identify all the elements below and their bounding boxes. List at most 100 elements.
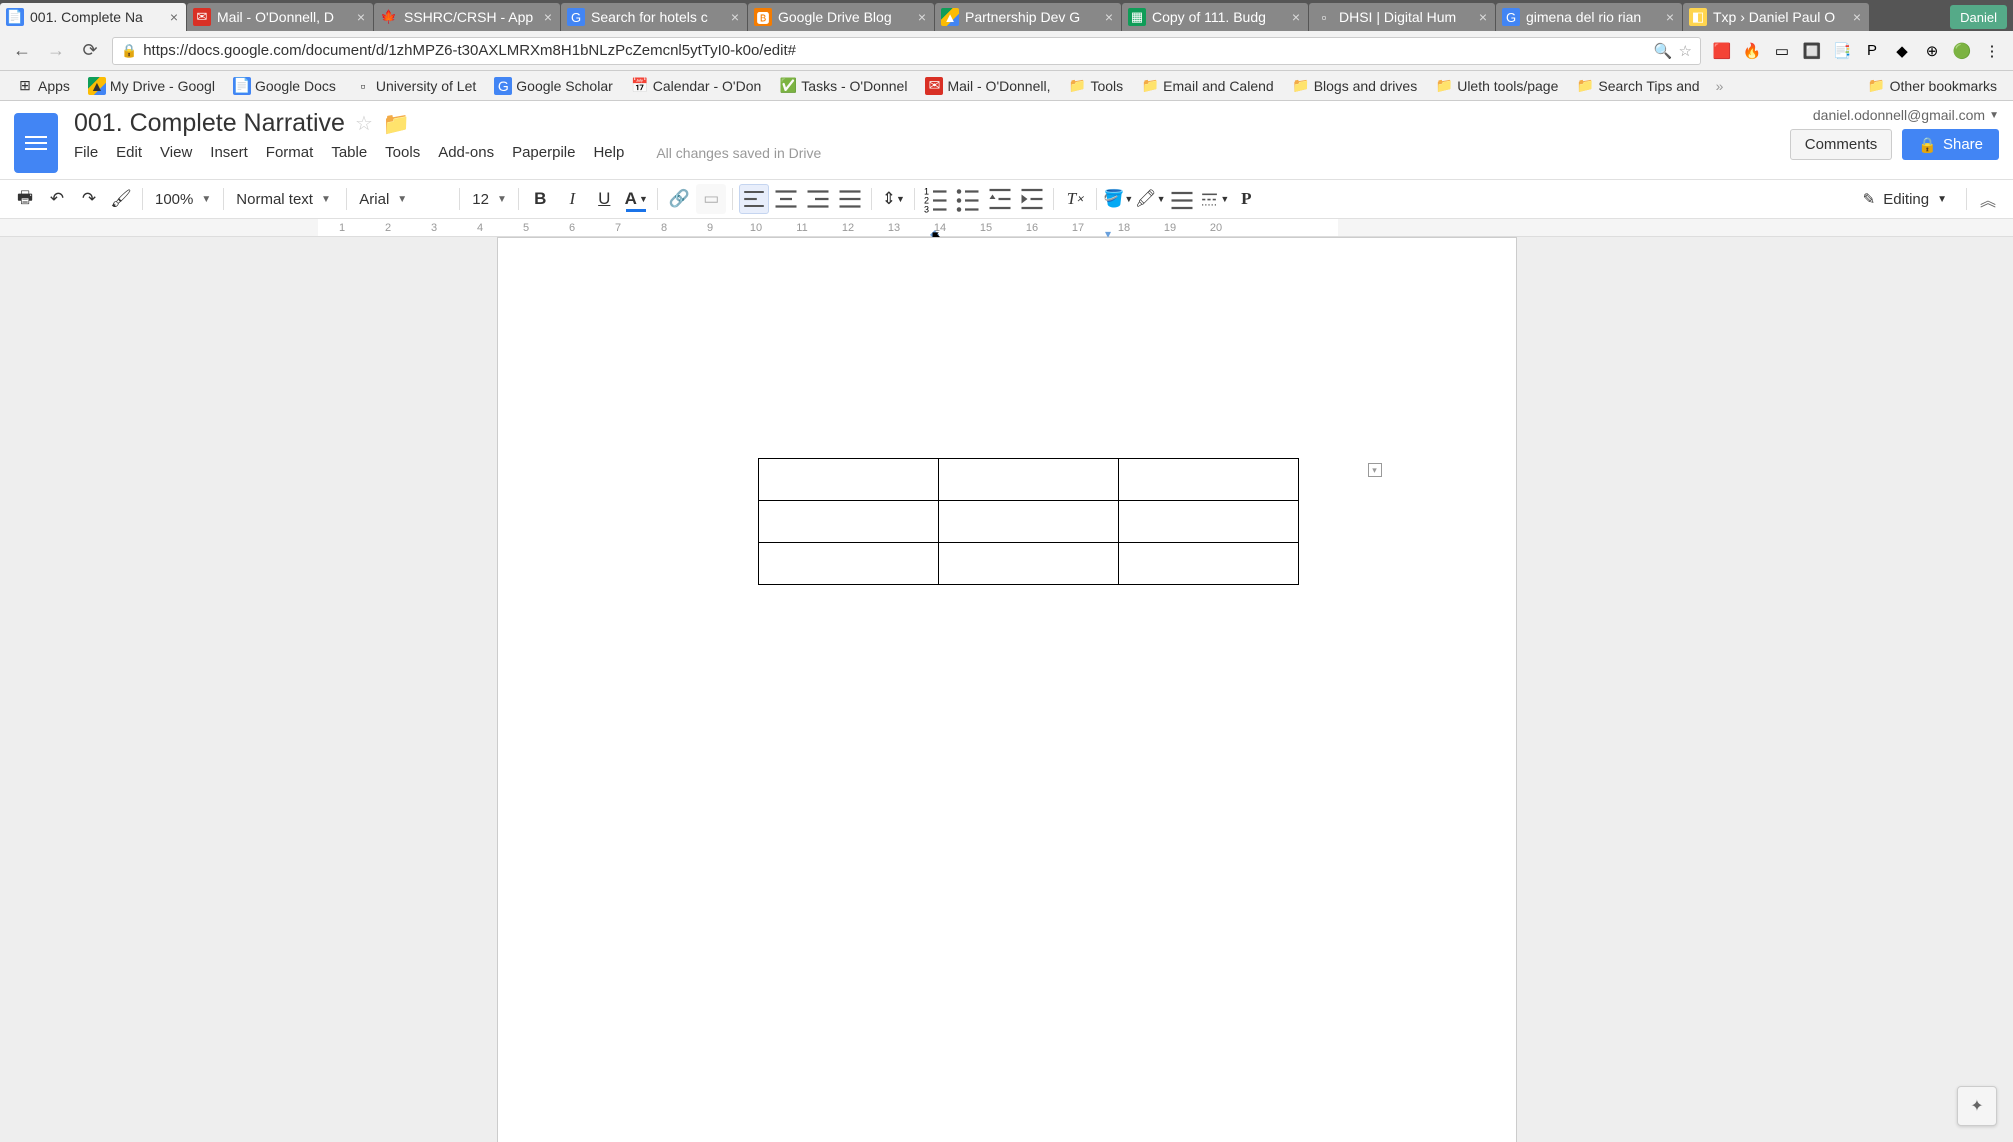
bookmark-item[interactable]: 📄Google Docs	[227, 75, 342, 97]
bulleted-list-icon[interactable]	[953, 184, 983, 214]
editing-mode-select[interactable]: ✎ Editing ▼	[1850, 189, 1960, 209]
align-center-icon[interactable]	[771, 184, 801, 214]
other-bookmarks[interactable]: 📁 Other bookmarks	[1862, 75, 2003, 97]
menu-view[interactable]: View	[160, 144, 192, 161]
table-column-handle[interactable]: ▾	[1368, 463, 1382, 477]
browser-tab[interactable]: GSearch for hotels c×	[561, 3, 747, 31]
close-tab-icon[interactable]: ×	[1290, 11, 1302, 23]
hide-menus-icon[interactable]: ︽	[1973, 184, 2003, 214]
bookmark-item[interactable]: 📁Email and Calend	[1135, 75, 1280, 97]
browser-tab[interactable]: ◧Txp › Daniel Paul O×	[1683, 3, 1869, 31]
undo-icon[interactable]: ↶	[42, 184, 72, 214]
extension-icon[interactable]: 🟢	[1951, 40, 1973, 62]
zoom-icon[interactable]: 🔍	[1654, 42, 1673, 60]
document-title[interactable]: 001. Complete Narrative	[74, 109, 345, 138]
extension-icon[interactable]: ⊕	[1921, 40, 1943, 62]
paint-format-icon[interactable]: 🖌	[106, 184, 136, 214]
border-style-icon[interactable]: ▼	[1199, 184, 1229, 214]
table-row[interactable]	[758, 459, 1298, 501]
extension-icon[interactable]: 📑	[1831, 40, 1853, 62]
font-size-select[interactable]: 12▼	[466, 185, 512, 213]
table-row[interactable]	[758, 543, 1298, 585]
menu-format[interactable]: Format	[266, 144, 314, 161]
italic-button[interactable]: I	[557, 184, 587, 214]
redo-icon[interactable]: ↷	[74, 184, 104, 214]
menu-paperpile[interactable]: Paperpile	[512, 144, 575, 161]
menu-tools[interactable]: Tools	[385, 144, 420, 161]
forward-button[interactable]: →	[44, 39, 68, 63]
address-bar[interactable]: 🔒 https://docs.google.com/document/d/1zh…	[112, 37, 1701, 65]
fill-color-icon[interactable]: 🪣▼	[1103, 184, 1133, 214]
menu-file[interactable]: File	[74, 144, 98, 161]
bookmark-item[interactable]: ✉Mail - O'Donnell,	[919, 75, 1056, 97]
extension-icon[interactable]: 🟥	[1711, 40, 1733, 62]
close-tab-icon[interactable]: ×	[1664, 11, 1676, 23]
text-color-button[interactable]: A▼	[621, 184, 651, 214]
browser-tab[interactable]: ▲Partnership Dev G×	[935, 3, 1121, 31]
highlight-color-icon[interactable]: 🖍▼	[1135, 184, 1165, 214]
align-left-icon[interactable]	[739, 184, 769, 214]
zoom-select[interactable]: 100%▼	[149, 185, 217, 213]
chrome-user-badge[interactable]: Daniel	[1950, 5, 2007, 29]
extension-icon[interactable]: ⋮	[1981, 40, 2003, 62]
bookmark-item[interactable]: ✅Tasks - O'Donnel	[773, 75, 913, 97]
explore-button[interactable]: ✦	[1957, 1086, 1997, 1126]
insert-link-icon[interactable]: 🔗	[664, 184, 694, 214]
browser-tab[interactable]: 🅱Google Drive Blog×	[748, 3, 934, 31]
close-tab-icon[interactable]: ×	[1477, 11, 1489, 23]
document-table[interactable]	[758, 458, 1299, 585]
print-icon[interactable]: 🖶	[10, 184, 40, 214]
clear-formatting-icon[interactable]: T✕	[1060, 184, 1090, 214]
close-tab-icon[interactable]: ×	[168, 11, 180, 23]
extension-icon[interactable]: ▭	[1771, 40, 1793, 62]
browser-tab[interactable]: Ggimena del rio rian×	[1496, 3, 1682, 31]
bold-button[interactable]: B	[525, 184, 555, 214]
decrease-indent-icon[interactable]	[985, 184, 1015, 214]
extension-icon[interactable]: P	[1861, 40, 1883, 62]
justify-icon[interactable]	[835, 184, 865, 214]
extension-icon[interactable]: 🔥	[1741, 40, 1763, 62]
back-button[interactable]: ←	[10, 39, 34, 63]
browser-tab[interactable]: 🍁SSHRC/CRSH - App×	[374, 3, 560, 31]
paperpile-toolbar-icon[interactable]: P	[1231, 184, 1261, 214]
table-row[interactable]	[758, 501, 1298, 543]
bookmark-item[interactable]: ⊞Apps	[10, 75, 76, 97]
menu-insert[interactable]: Insert	[210, 144, 248, 161]
extension-icon[interactable]: 🔲	[1801, 40, 1823, 62]
underline-button[interactable]: U	[589, 184, 619, 214]
reload-button[interactable]: ⟳	[78, 39, 102, 63]
close-tab-icon[interactable]: ×	[1851, 11, 1863, 23]
increase-indent-icon[interactable]	[1017, 184, 1047, 214]
close-tab-icon[interactable]: ×	[1103, 11, 1115, 23]
document-canvas[interactable]: ▾ ✦	[0, 237, 2013, 1142]
bookmark-item[interactable]: GGoogle Scholar	[488, 75, 619, 97]
menu-help[interactable]: Help	[593, 144, 624, 161]
insert-comment-icon[interactable]: ▭	[696, 184, 726, 214]
close-tab-icon[interactable]: ×	[355, 11, 367, 23]
menu-table[interactable]: Table	[331, 144, 367, 161]
close-tab-icon[interactable]: ×	[542, 11, 554, 23]
document-page[interactable]: ▾	[497, 237, 1517, 1142]
line-spacing-icon[interactable]: ⇕▼	[878, 184, 908, 214]
bookmark-item[interactable]: 📁Blogs and drives	[1286, 75, 1424, 97]
bookmark-item[interactable]: 📁Uleth tools/page	[1429, 75, 1564, 97]
account-email[interactable]: daniel.odonnell@gmail.com▼	[1813, 107, 1999, 123]
bookmark-item[interactable]: ▫University of Let	[348, 75, 482, 97]
border-width-icon[interactable]	[1167, 184, 1197, 214]
extension-icon[interactable]: ◆	[1891, 40, 1913, 62]
close-tab-icon[interactable]: ×	[916, 11, 928, 23]
star-icon[interactable]: ☆	[1679, 42, 1692, 60]
comments-button[interactable]: Comments	[1790, 129, 1893, 160]
browser-tab[interactable]: ▫DHSI | Digital Hum×	[1309, 3, 1495, 31]
browser-tab[interactable]: 📄001. Complete Na×	[0, 3, 186, 31]
font-select[interactable]: Arial▼	[353, 185, 453, 213]
bookmark-item[interactable]: 📁Search Tips and	[1570, 75, 1705, 97]
move-to-folder-icon[interactable]: 📁	[383, 111, 410, 137]
horizontal-ruler[interactable]: 1234567891011121314151617181920 ◆ ▾ Colu…	[0, 219, 2013, 237]
align-right-icon[interactable]	[803, 184, 833, 214]
docs-logo-icon[interactable]	[14, 113, 58, 173]
paragraph-style-select[interactable]: Normal text▼	[230, 185, 340, 213]
star-document-icon[interactable]: ☆	[355, 111, 373, 136]
bookmark-item[interactable]: ▲My Drive - Googl	[82, 75, 221, 97]
browser-tab[interactable]: ✉Mail - O'Donnell, D×	[187, 3, 373, 31]
